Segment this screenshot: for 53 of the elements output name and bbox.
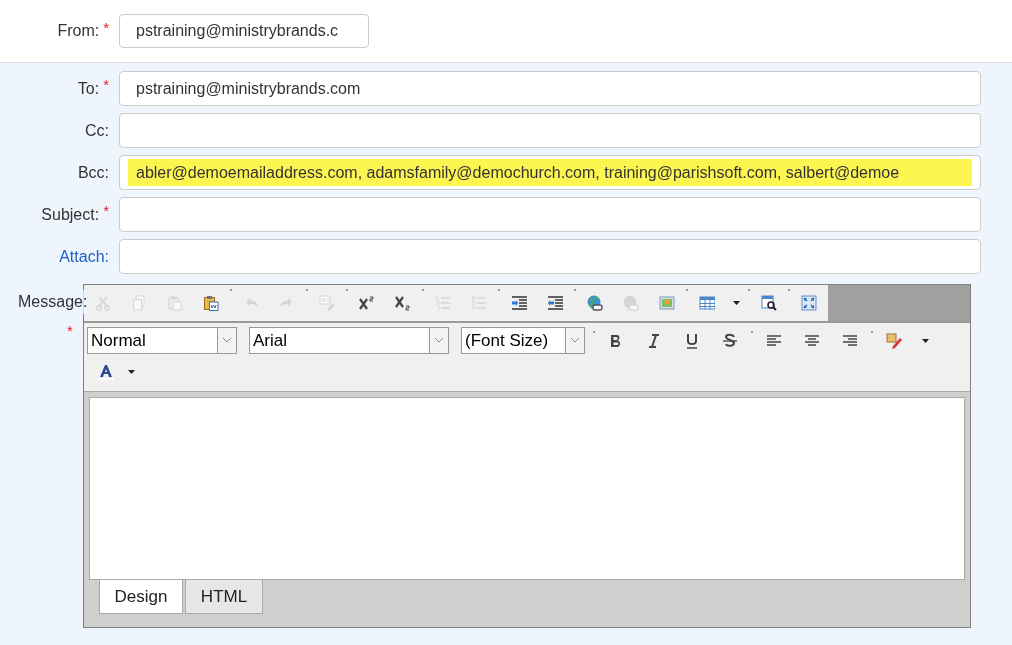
maximize-icon xyxy=(801,295,817,311)
field-label: Subject: xyxy=(41,204,100,225)
underline-icon xyxy=(684,332,700,349)
font-color-icon xyxy=(98,364,114,380)
paste-word-icon xyxy=(203,295,219,311)
highlight-icon xyxy=(886,332,902,349)
input-field[interactable] xyxy=(119,239,981,274)
outdent-icon xyxy=(547,295,563,311)
caret-icon xyxy=(732,301,740,305)
editor-mode-tab[interactable]: HTML xyxy=(185,580,263,614)
chevron-down-icon xyxy=(571,338,579,343)
required-marker: * xyxy=(103,75,109,96)
strike-icon xyxy=(722,332,738,349)
dropdown[interactable]: Normal xyxy=(87,327,237,354)
paste-icon xyxy=(167,295,183,311)
indent-icon xyxy=(511,295,527,311)
required-marker: * xyxy=(103,17,109,38)
table-icon xyxy=(699,295,715,311)
required-marker: * xyxy=(103,201,109,222)
required-marker: * xyxy=(67,321,73,341)
spellcheck-icon xyxy=(319,295,335,311)
field-value: abler@demoemailaddress.com, adamsfamily@demochurch.com, training@parishsoft.com, salbert@demoe xyxy=(135,162,901,183)
caret-icon xyxy=(921,338,929,343)
field-label: From: xyxy=(57,21,100,41)
caret-icon xyxy=(127,370,135,374)
align-center-icon xyxy=(804,332,820,349)
italic-icon xyxy=(646,332,662,349)
unlink-icon xyxy=(623,295,639,311)
editor-mode-tab[interactable]: Design xyxy=(99,580,183,614)
image-icon xyxy=(659,295,675,311)
subscript-icon xyxy=(395,295,411,311)
field-label: To: xyxy=(77,78,100,99)
link-icon xyxy=(587,295,603,311)
copy-icon xyxy=(131,295,147,311)
dropdown[interactable]: Arial xyxy=(249,327,449,354)
chevron-down-icon xyxy=(223,338,231,343)
chevron-down-icon xyxy=(435,338,443,343)
field-label: Message: xyxy=(18,290,88,314)
field-value: pstraining@ministrybrands.com xyxy=(135,78,362,99)
cut-icon xyxy=(95,295,111,311)
dropdown[interactable]: (Font Size) xyxy=(461,327,585,354)
preview-icon xyxy=(761,295,777,311)
align-right-icon xyxy=(842,332,858,349)
align-left-icon xyxy=(766,332,782,349)
input-field[interactable] xyxy=(119,113,981,148)
attach-link[interactable]: Attach: xyxy=(59,244,109,269)
superscript-icon xyxy=(359,295,375,311)
input-field[interactable]: pstraining@ministrybrands.com xyxy=(119,71,981,106)
input-field[interactable]: pstraining@ministrybrands.c xyxy=(119,14,369,48)
input-field[interactable] xyxy=(119,197,981,232)
input-field[interactable]: abler@demoemailaddress.com, adamsfamily@demochurch.com, training@parishsoft.com, salbert@demoe xyxy=(119,155,981,190)
field-label: Cc: xyxy=(85,120,109,141)
field-label: Bcc: xyxy=(77,162,109,183)
